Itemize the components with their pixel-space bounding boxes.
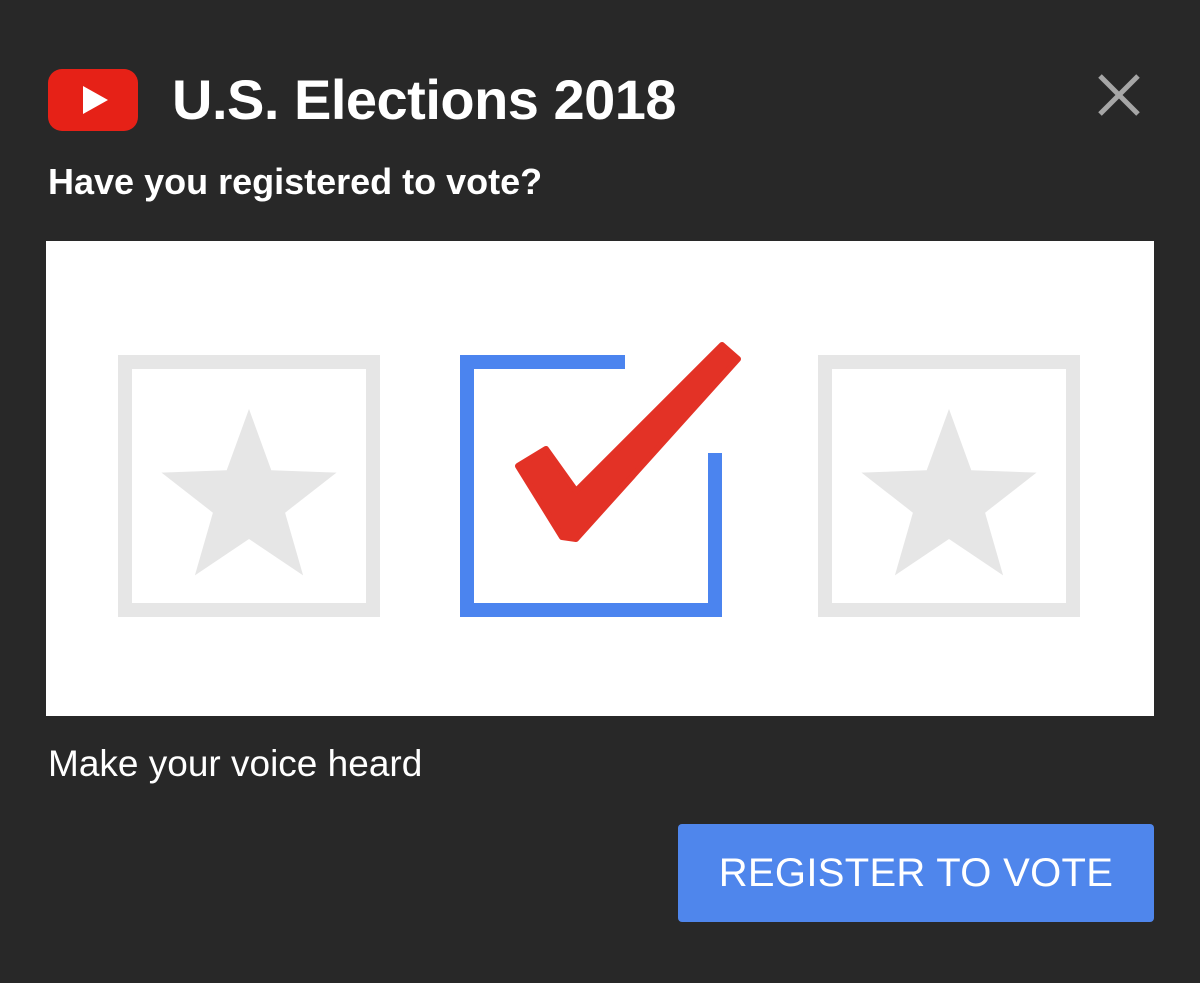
checkmark-icon xyxy=(515,342,741,542)
close-button[interactable] xyxy=(1094,70,1144,120)
election-dialog: U.S. Elections 2018 Have you registered … xyxy=(0,0,1200,983)
dialog-header: U.S. Elections 2018 xyxy=(48,60,677,140)
youtube-logo-icon xyxy=(48,69,138,131)
registration-question: Have you registered to vote? xyxy=(48,161,543,202)
star-icon xyxy=(861,409,1037,576)
close-icon xyxy=(1098,74,1140,116)
star-box-icon xyxy=(118,355,380,617)
checked-box-icon xyxy=(460,342,741,617)
tagline-text: Make your voice heard xyxy=(48,743,423,784)
election-banner-image xyxy=(46,241,1154,716)
star-box-icon xyxy=(818,355,1080,617)
dialog-title: U.S. Elections 2018 xyxy=(172,68,677,131)
register-to-vote-button[interactable]: REGISTER TO VOTE xyxy=(678,824,1154,922)
star-icon xyxy=(161,409,337,576)
